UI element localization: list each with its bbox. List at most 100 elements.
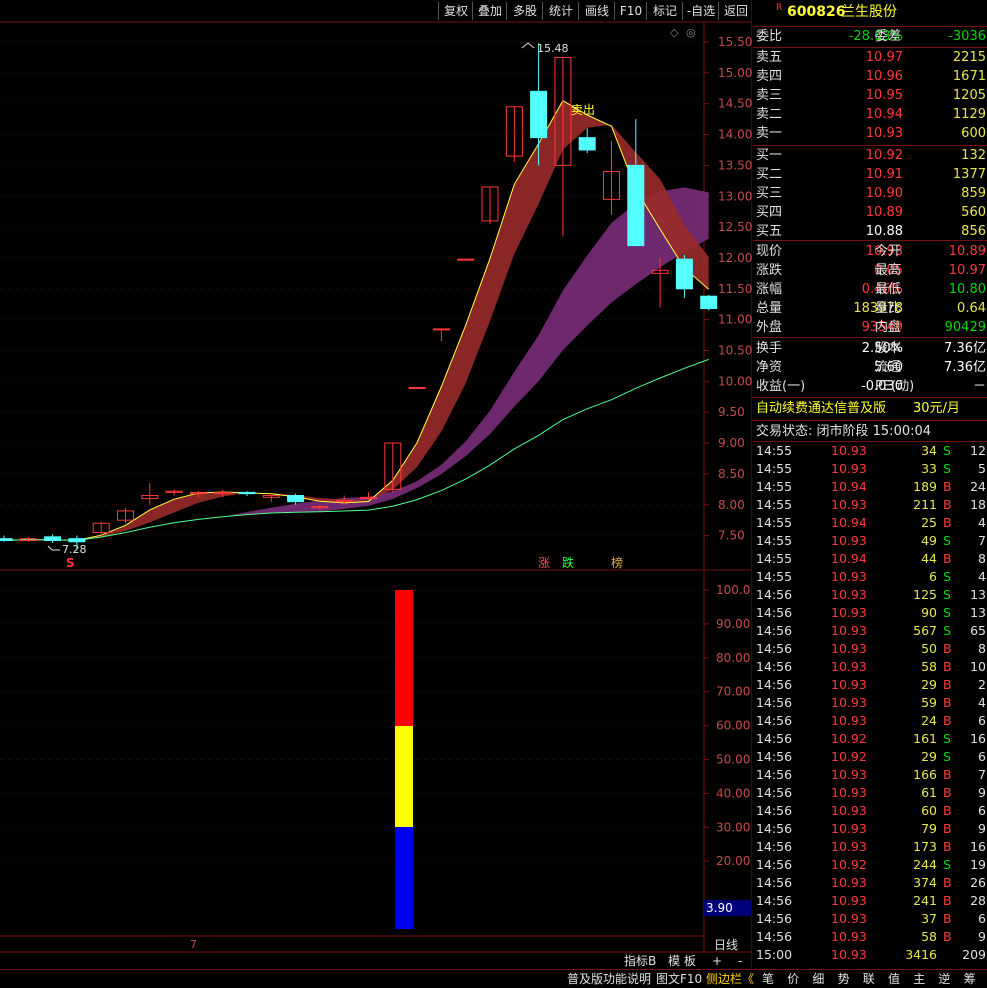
template-button[interactable]: 模 板 [668,954,696,968]
tab-0[interactable]: 笔 [762,971,774,987]
ask-row: 卖五 10.97 2215 [753,48,987,67]
trade-side: B [943,659,952,674]
trade-side: B [943,767,952,782]
trade-volume: 34 [921,443,937,458]
bid-row: 买三 10.90 859 [753,184,987,203]
promo-row[interactable]: 自动续费通达信普及版 30元/月 [753,399,987,418]
tab-7[interactable]: 逆 [938,971,950,987]
trade-volume: 25 [921,515,937,530]
trade-side: B [943,677,952,692]
period-label[interactable]: 日线 [714,938,738,952]
trade-price: 10.92 [831,731,867,746]
promo-text[interactable]: 自动续费通达信普及版 [756,399,886,418]
zoom-out-button[interactable]: - [738,954,742,968]
indicator-tick-label: 40.00 [716,786,750,800]
trade-volume: 374 [913,875,937,890]
trade-price: 10.93 [831,821,867,836]
trade-price: 10.93 [831,713,867,728]
stat-label: 流通 [875,360,902,375]
trade-volume: 3416 [905,947,937,962]
price-tick-label: 9.50 [718,405,745,419]
trade-row: 14:56 10.93 125 S 13 [753,586,987,604]
quote-panel: R 600826 兰生股份 委比 -28.63% 委差 -3036 卖五 10.9… [753,0,987,987]
bid-row: 买四 10.89 560 [753,203,987,222]
candle-body [700,295,718,310]
trade-time: 14:56 [756,677,793,692]
trade-price: 10.93 [831,947,867,962]
trade-side: S [943,731,951,746]
trade-row: 14:56 10.93 37 B 6 [753,910,987,928]
trade-price: 10.93 [831,605,867,620]
high-price-label: 15.48 [537,42,569,55]
stat-label: 量比 [875,301,902,316]
bid-label: 买五 [756,224,783,239]
trade-time: 14:56 [756,785,793,800]
stat-label: 今开 [875,244,902,259]
zhang-marker: 涨 [538,555,550,570]
zoom-in-button[interactable]: + [712,954,722,968]
indicator-tick-label: 70.00 [716,685,750,699]
trade-count: 6 [978,911,986,926]
trade-row: 14:56 10.93 24 B 6 [753,712,987,730]
indicator-tick-label: 90.00 [716,617,750,631]
trade-count: 7 [978,767,986,782]
trade-price: 10.93 [831,767,867,782]
price-tick-label: 7.50 [718,529,745,543]
candle-body [0,538,13,542]
trade-price: 10.93 [831,677,867,692]
tab-1[interactable]: 价 [787,971,799,987]
trade-time: 14:56 [756,803,793,818]
diamond-icon[interactable]: ◇ [670,26,679,39]
slow-ribbon [4,187,709,541]
trade-row: 14:56 10.93 58 B 10 [753,658,987,676]
sidebar-toggle[interactable]: 侧边栏《 [706,971,754,987]
price-tick-label: 8.50 [718,467,745,481]
trade-count: 24 [970,479,986,494]
tab-5[interactable]: 值 [888,971,900,987]
ask-row: 卖四 10.96 1671 [753,67,987,86]
trade-side: S [943,461,951,476]
trade-price: 10.94 [831,551,867,566]
help-link[interactable]: 普及版功能说明 [567,971,651,987]
trade-volume: 211 [913,497,937,512]
trade-time: 14:55 [756,515,793,530]
bid-volume: 856 [961,224,986,239]
f10-link[interactable]: 图文F10 [656,971,702,987]
trade-side: B [943,911,952,926]
tab-8[interactable]: 筹 [964,971,976,987]
stock-name: 兰生股份 [841,4,897,20]
tab-2[interactable]: 细 [812,971,824,987]
trade-time: 14:55 [756,497,793,512]
indicator-button[interactable]: 指标B [624,953,656,968]
trade-side: B [943,893,952,908]
ask-label: 卖三 [756,88,783,103]
promo-price[interactable]: 30元/月 [913,399,960,418]
ask-label: 卖二 [756,107,783,122]
trade-count: 5 [978,461,986,476]
trade-row: 14:56 10.93 567 S 65 [753,622,987,640]
webi-label: 委比 [756,29,783,44]
trade-count: 4 [978,515,986,530]
trade-count: 28 [970,893,986,908]
trade-row: 14:56 10.92 29 S 6 [753,748,987,766]
trade-time: 14:56 [756,605,793,620]
trade-volume: 44 [921,551,937,566]
tab-4[interactable]: 联 [863,971,875,987]
bid-price: 10.90 [865,186,903,201]
trade-side: B [943,641,952,656]
bid-label: 买四 [756,205,783,220]
trade-volume: 49 [921,533,937,548]
trade-time: 14:56 [756,623,793,638]
tab-6[interactable]: 主 [913,971,925,987]
kline-chart[interactable]: 15.50 15.00 14.50 14.00 13.50 13.00 12.50 12.00… [0,0,752,969]
stat-value: － [972,379,986,394]
settings-icon[interactable]: ◎ [686,26,696,39]
indicator-bar [395,590,413,929]
trade-count: 6 [978,713,986,728]
tab-3[interactable]: 势 [838,971,850,987]
low-marker-icon [47,545,60,551]
trade-row: 14:56 10.92 244 S 19 [753,856,987,874]
trade-side: B [943,713,952,728]
trade-volume: 59 [921,695,937,710]
trade-count: 4 [978,569,986,584]
